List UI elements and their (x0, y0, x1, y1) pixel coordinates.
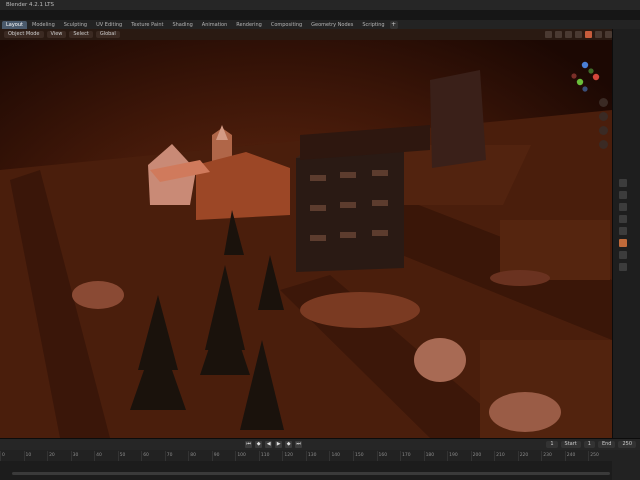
gizmo-z-axis (581, 61, 589, 69)
frame-tick-label: 150 (352, 451, 377, 461)
window-title-bar: Blender 4.2.1 LTS (0, 0, 640, 10)
viewport-header: Object Mode View Select Global (0, 29, 612, 40)
timeline-scrollbar[interactable] (12, 472, 610, 475)
frame-tick-label: 160 (376, 451, 401, 461)
end-frame-label: End (597, 441, 616, 448)
shading-solid-icon[interactable] (585, 31, 592, 38)
frame-tick-label: 190 (447, 451, 471, 461)
frame-tick-label: 90 (211, 451, 236, 461)
frame-tick-label: 60 (141, 451, 165, 461)
gizmo-y-axis (576, 78, 584, 86)
play-reverse-icon[interactable]: ◀ (265, 441, 273, 448)
frame-tick-label: 0 (0, 451, 24, 461)
start-frame-field[interactable]: 1 (583, 441, 595, 448)
frame-tick-label: 110 (258, 451, 283, 461)
frame-tick-label: 130 (305, 451, 330, 461)
perspective-toggle-icon[interactable] (599, 140, 608, 149)
start-frame-label: Start (560, 441, 581, 448)
frame-tick-label: 230 (541, 451, 565, 461)
current-frame-field[interactable]: 1 (546, 441, 558, 448)
tab-sculpting[interactable]: Sculpting (60, 21, 91, 29)
material-icon[interactable] (619, 263, 627, 271)
timeline-track[interactable] (0, 461, 612, 480)
camera-view-icon[interactable] (599, 126, 608, 135)
add-workspace-button[interactable]: + (389, 20, 398, 29)
jump-start-icon[interactable]: ⏮ (245, 441, 253, 448)
frame-tick-label: 20 (47, 451, 71, 461)
scene-render (0, 40, 612, 438)
frame-tick-label: 10 (23, 451, 48, 461)
frame-tick-label: 70 (164, 451, 189, 461)
visibility-icon[interactable] (545, 31, 552, 38)
play-icon[interactable]: ▶ (275, 441, 283, 448)
frame-tick-label: 40 (94, 451, 118, 461)
modifier-wrench-icon[interactable] (619, 251, 627, 259)
window-title: Blender 4.2.1 LTS (6, 2, 54, 8)
frame-tick-label: 180 (423, 451, 448, 461)
navigation-gizmo[interactable] (568, 60, 602, 94)
shading-material-icon[interactable] (595, 31, 602, 38)
overlay-toggle-icon[interactable] (565, 31, 572, 38)
xray-toggle-icon[interactable] (575, 31, 582, 38)
gizmo-x-axis (592, 73, 600, 81)
zoom-icon[interactable] (599, 98, 608, 107)
gizmo-neg-y (588, 68, 594, 74)
frame-ruler[interactable]: 0 10 20 30 40 50 60 70 80 90 100 110 120 130 140 150 160… (0, 451, 612, 461)
jump-end-icon[interactable]: ⏭ (295, 441, 303, 448)
output-properties-icon[interactable] (619, 203, 627, 211)
tab-scripting[interactable]: Scripting (358, 21, 388, 29)
gizmo-neg-z (582, 86, 588, 92)
tab-texture-paint[interactable]: Texture Paint (127, 21, 167, 29)
frame-tick-label: 240 (564, 451, 589, 461)
gizmo-toggle-icon[interactable] (555, 31, 562, 38)
tool-properties-icon[interactable] (619, 179, 627, 187)
render-properties-icon[interactable] (619, 191, 627, 199)
mode-dropdown[interactable]: Object Mode (4, 31, 44, 38)
frame-tick-label: 120 (282, 451, 306, 461)
tab-rendering[interactable]: Rendering (232, 21, 266, 29)
transform-orientation-dropdown[interactable]: Global (95, 31, 120, 38)
tab-uv-editing[interactable]: UV Editing (92, 21, 126, 29)
tab-layout[interactable]: Layout (2, 20, 27, 29)
tab-shading[interactable]: Shading (168, 21, 196, 29)
shading-rendered-icon[interactable] (605, 31, 612, 38)
view-layer-icon[interactable] (619, 215, 627, 223)
timeline-editor: ⏮ ◆ ◀ ▶ ◆ ⏭ 1 Start 1 End 250 0 10 20 30 40 5… (0, 438, 640, 480)
frame-tick-label: 200 (470, 451, 495, 461)
frame-tick-label: 170 (400, 451, 424, 461)
view-menu[interactable]: View (46, 31, 67, 38)
frame-tick-label: 220 (517, 451, 542, 461)
tab-modeling[interactable]: Modeling (28, 21, 59, 29)
tab-geometry-nodes[interactable]: Geometry Nodes (307, 21, 357, 29)
far-castle (430, 70, 486, 168)
properties-toolbar (612, 29, 640, 438)
frame-tick-label: 80 (188, 451, 212, 461)
frame-tick-label: 250 (588, 451, 612, 461)
pan-hand-icon[interactable] (599, 112, 608, 121)
workspace-tabs: Layout Modeling Sculpting UV Editing Texture… (0, 20, 640, 29)
prev-keyframe-icon[interactable]: ◆ (255, 441, 263, 448)
3d-viewport[interactable] (0, 40, 612, 438)
end-frame-field[interactable]: 250 (618, 441, 636, 448)
object-properties-icon[interactable] (619, 239, 627, 247)
scene-properties-icon[interactable] (619, 227, 627, 235)
frame-tick-label: 50 (117, 451, 142, 461)
select-menu[interactable]: Select (69, 31, 93, 38)
timeline-header: ⏮ ◆ ◀ ▶ ◆ ⏭ 1 Start 1 End 250 (0, 439, 640, 450)
gizmo-neg-x (571, 73, 577, 79)
frame-tick-label: 140 (329, 451, 353, 461)
frame-tick-label: 210 (494, 451, 518, 461)
frame-tick-label: 30 (70, 451, 95, 461)
tab-animation[interactable]: Animation (198, 21, 232, 29)
tab-compositing[interactable]: Compositing (267, 21, 306, 29)
next-keyframe-icon[interactable]: ◆ (285, 441, 293, 448)
frame-tick-label: 100 (235, 451, 259, 461)
